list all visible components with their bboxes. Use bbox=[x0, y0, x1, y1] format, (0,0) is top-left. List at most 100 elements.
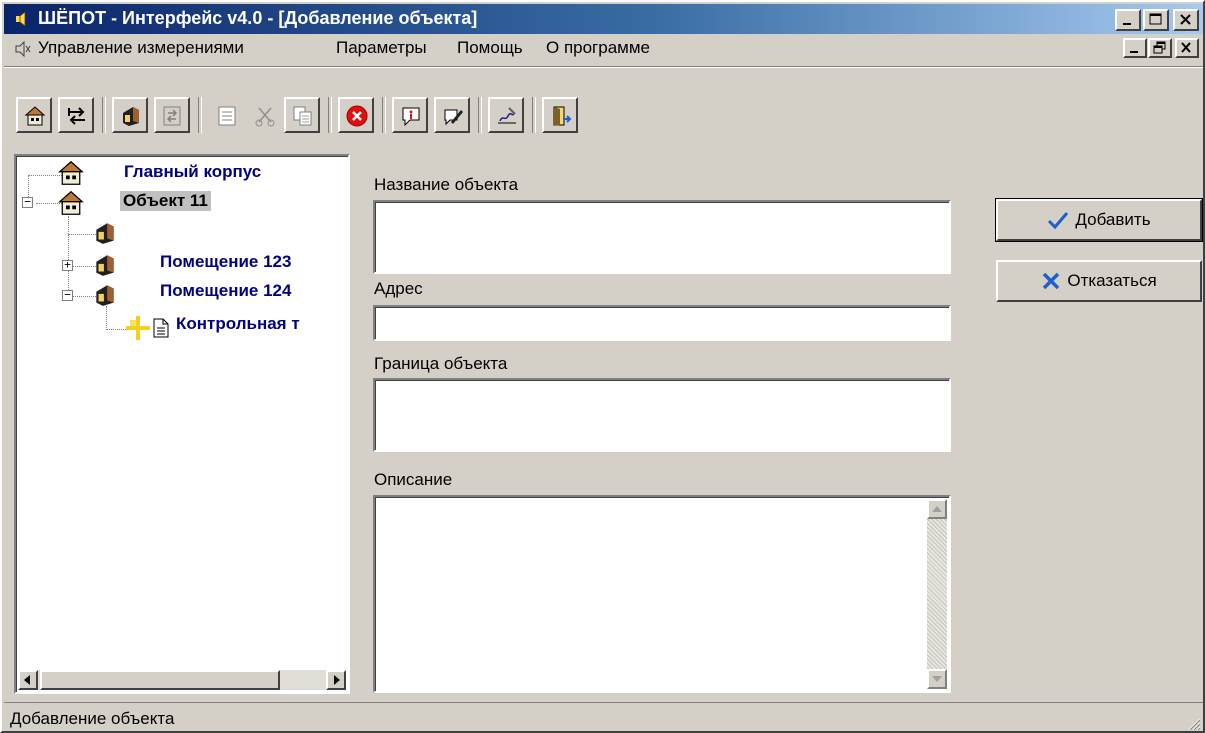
main-window: ШЁПОТ - Интерфейс v4.0 - [Добавление объ… bbox=[0, 0, 1205, 733]
minimize-button[interactable] bbox=[1115, 9, 1141, 31]
description-vertical-scrollbar[interactable] bbox=[927, 499, 947, 689]
toolbar-building-button[interactable] bbox=[16, 97, 52, 133]
minimize-icon bbox=[1130, 51, 1138, 53]
copy-disabled-icon bbox=[293, 106, 312, 126]
close-icon bbox=[1180, 14, 1191, 25]
tree-expand-toggle[interactable]: + bbox=[62, 259, 73, 271]
tree-node-main-building[interactable]: Главный корпус bbox=[124, 162, 261, 182]
arrow-down-icon bbox=[932, 676, 942, 682]
arrow-left-icon bbox=[24, 675, 30, 685]
toolbar-list-button[interactable] bbox=[208, 97, 244, 133]
checkmark-icon bbox=[1048, 212, 1069, 230]
status-bar: Добавление объекта bbox=[4, 702, 1203, 733]
toolbar-separator bbox=[532, 97, 536, 133]
toolbar-delete-button[interactable] bbox=[338, 97, 374, 133]
child-restore-button[interactable] bbox=[1148, 38, 1172, 58]
name-label: Название объекта bbox=[374, 175, 519, 194]
room-icon bbox=[96, 255, 114, 276]
toolbar-separator bbox=[102, 97, 106, 133]
menu-measurements[interactable]: Управление измерениями bbox=[38, 38, 244, 58]
toolbar-info-button[interactable] bbox=[392, 97, 428, 133]
child-minimize-button[interactable] bbox=[1123, 38, 1147, 58]
toolbar-swap-button[interactable] bbox=[58, 97, 94, 133]
address-field[interactable] bbox=[373, 305, 951, 341]
scroll-left-button[interactable] bbox=[18, 670, 38, 690]
toolbar-separator bbox=[382, 97, 386, 133]
tree-node-control-point[interactable]: Контрольная т bbox=[176, 314, 300, 334]
close-button[interactable] bbox=[1173, 9, 1199, 31]
description-label: Описание bbox=[374, 470, 453, 489]
toolbar-exit-button[interactable] bbox=[542, 97, 578, 133]
toolbar-copy-button[interactable] bbox=[284, 97, 320, 133]
cross-icon bbox=[1043, 272, 1060, 290]
child-close-button[interactable] bbox=[1175, 38, 1199, 58]
menu-about[interactable]: О программе bbox=[546, 38, 650, 58]
add-button-label: Добавить bbox=[1075, 210, 1151, 229]
maximize-icon bbox=[1149, 13, 1162, 25]
tree-line bbox=[106, 306, 107, 330]
arrow-up-icon bbox=[932, 506, 942, 512]
room-icon bbox=[123, 107, 139, 126]
swap-arrows-disabled-icon bbox=[163, 106, 181, 126]
description-text bbox=[375, 497, 949, 505]
scroll-up-button[interactable] bbox=[927, 499, 947, 519]
speaker-icon bbox=[16, 11, 26, 27]
cancel-button-label: Отказаться bbox=[1067, 271, 1157, 290]
scroll-thumb[interactable] bbox=[40, 670, 280, 690]
toolbar-room-button[interactable] bbox=[112, 97, 148, 133]
menu-bar: Управление измерениями Параметры Помощь … bbox=[4, 34, 1203, 64]
edit-icon bbox=[444, 109, 463, 126]
building-icon bbox=[58, 190, 84, 215]
description-field[interactable] bbox=[373, 495, 951, 693]
tree-collapse-toggle[interactable]: − bbox=[22, 196, 33, 208]
object-tree[interactable]: − + − Главный корпус Объект 11 Помещение… bbox=[14, 154, 350, 694]
info-icon bbox=[402, 107, 420, 127]
close-icon bbox=[1181, 42, 1191, 53]
cut-disabled-icon bbox=[255, 107, 275, 127]
resize-grip-icon[interactable] bbox=[1185, 715, 1201, 731]
toolbar-edit-button[interactable] bbox=[434, 97, 470, 133]
exit-icon bbox=[553, 106, 572, 126]
room-icon bbox=[96, 223, 114, 244]
window-title: ШЁПОТ - Интерфейс v4.0 - [Добавление объ… bbox=[38, 8, 478, 28]
scroll-down-button[interactable] bbox=[927, 669, 947, 689]
room-icon bbox=[96, 285, 114, 306]
maximize-button[interactable] bbox=[1143, 9, 1169, 31]
delete-icon bbox=[346, 105, 368, 127]
tree-node-room-123[interactable]: Помещение 123 bbox=[160, 252, 291, 272]
toolbar-separator bbox=[478, 97, 482, 133]
control-point-icon bbox=[126, 316, 150, 340]
sign-icon bbox=[498, 107, 516, 124]
toolbar-sign-button[interactable] bbox=[488, 97, 524, 133]
tree-node-room-124[interactable]: Помещение 124 bbox=[160, 281, 291, 301]
scroll-right-button[interactable] bbox=[326, 670, 346, 690]
toolbar-cut-button[interactable] bbox=[246, 97, 282, 133]
building-icon bbox=[58, 160, 84, 185]
name-field[interactable] bbox=[373, 200, 951, 274]
status-text: Добавление объекта bbox=[10, 709, 175, 728]
menu-help[interactable]: Помощь bbox=[457, 38, 523, 58]
toolbar-separator bbox=[328, 97, 332, 133]
address-label: Адрес bbox=[374, 279, 423, 298]
border-label: Граница объекта bbox=[374, 354, 508, 373]
add-button[interactable]: Добавить bbox=[995, 198, 1203, 242]
toolbar-swap-disabled-button[interactable] bbox=[154, 97, 190, 133]
tree-node-object-11[interactable]: Объект 11 bbox=[120, 191, 211, 211]
minimize-icon bbox=[1123, 23, 1131, 25]
list-disabled-icon bbox=[218, 106, 236, 126]
swap-arrows-icon bbox=[68, 107, 85, 125]
title-bar[interactable]: ШЁПОТ - Интерфейс v4.0 - [Добавление объ… bbox=[4, 4, 1203, 34]
arrow-right-icon bbox=[334, 675, 340, 685]
cancel-button[interactable]: Отказаться bbox=[996, 260, 1202, 302]
tree-line bbox=[68, 216, 69, 296]
toolbar-separator bbox=[198, 97, 202, 133]
tree-horizontal-scrollbar[interactable] bbox=[18, 670, 346, 690]
restore-icon bbox=[1153, 41, 1166, 54]
menu-parameters[interactable]: Параметры bbox=[336, 38, 427, 58]
building-icon bbox=[24, 106, 46, 126]
tree-collapse-toggle[interactable]: − bbox=[62, 289, 73, 301]
document-speaker-icon[interactable] bbox=[14, 41, 32, 57]
border-field[interactable] bbox=[373, 378, 951, 452]
document-icon bbox=[153, 318, 169, 338]
toolbar bbox=[4, 66, 1203, 150]
